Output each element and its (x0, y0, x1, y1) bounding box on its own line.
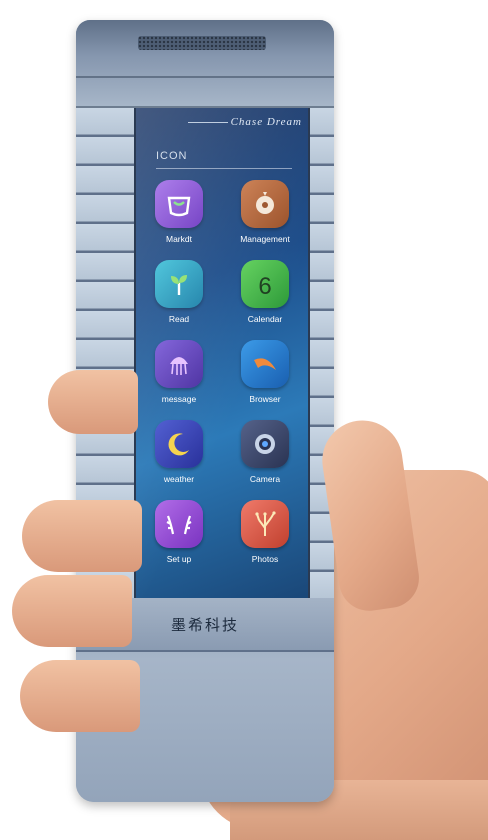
hand-finger (48, 370, 138, 434)
app-label: Read (168, 314, 190, 324)
app-label: Set up (166, 554, 192, 564)
app-label: Browser (249, 394, 281, 404)
app-label: Photos (251, 554, 279, 564)
hand-finger (20, 660, 140, 732)
basket-icon (155, 180, 203, 228)
brand-divider (188, 122, 228, 123)
app-label: Calendar (247, 314, 283, 324)
section-divider (156, 168, 292, 169)
moon-icon (155, 420, 203, 468)
display-screen: Chase Dream ICON Markdt Management Read … (134, 108, 310, 598)
app-set-up[interactable]: Set up (136, 500, 222, 578)
camera-icon (241, 420, 289, 468)
jellyfish-icon (155, 340, 203, 388)
app-calendar[interactable]: 6 Calendar (222, 260, 308, 338)
section-title: ICON (156, 150, 188, 162)
app-read[interactable]: Read (136, 260, 222, 338)
right-ribbed-bezel (306, 108, 334, 598)
app-camera[interactable]: Camera (222, 420, 308, 498)
app-label: weather (163, 474, 195, 484)
speaker-grille (138, 36, 266, 50)
app-management[interactable]: Management (222, 180, 308, 258)
sprout-icon (155, 260, 203, 308)
calendar-six-icon: 6 (241, 260, 289, 308)
app-label: Management (240, 234, 290, 244)
brand-label: Chase Dream (230, 116, 302, 128)
ridge (76, 76, 334, 78)
swoosh-icon (241, 340, 289, 388)
app-label: Markdt (166, 234, 192, 244)
antler-icon (155, 500, 203, 548)
svg-text:6: 6 (258, 273, 271, 300)
hand-finger (22, 500, 142, 572)
phone-top-cap (76, 20, 334, 108)
app-browser[interactable]: Browser (222, 340, 308, 418)
coral-icon (241, 500, 289, 548)
coin-icon (241, 180, 289, 228)
hand-finger (12, 575, 132, 647)
app-message[interactable]: message (136, 340, 222, 418)
app-markdt[interactable]: Markdt (136, 180, 222, 258)
app-weather[interactable]: weather (136, 420, 222, 498)
app-label: message (161, 394, 197, 404)
app-photos[interactable]: Photos (222, 500, 308, 578)
app-label: Camera (249, 474, 281, 484)
